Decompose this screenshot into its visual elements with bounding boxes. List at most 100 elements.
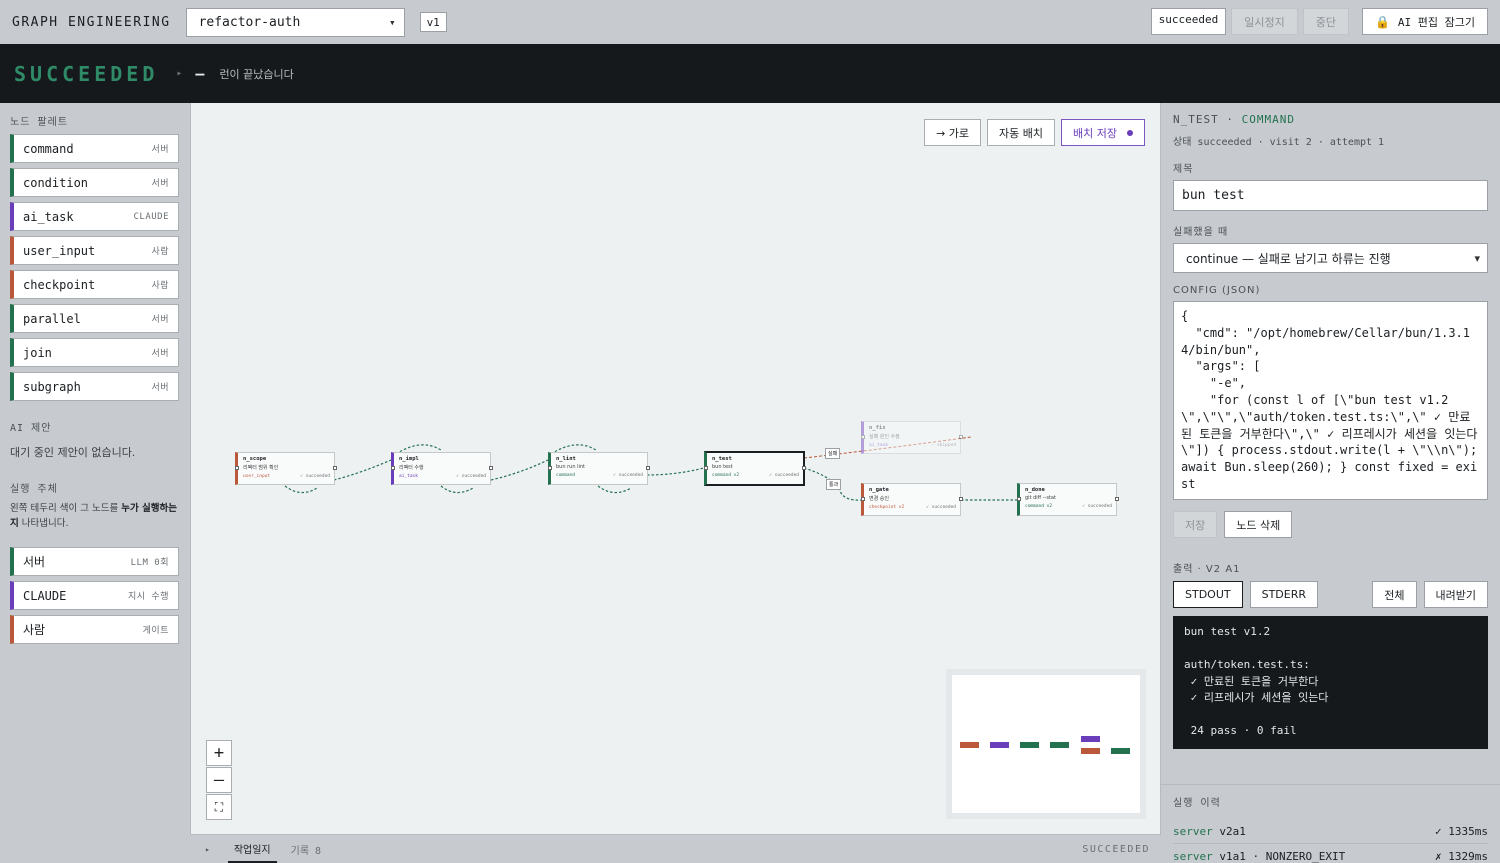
palette-item-tag: 서버 — [151, 179, 169, 189]
palette-item-parallel[interactable]: parallel 서버 — [10, 304, 179, 333]
save-button[interactable]: 저장 — [1173, 511, 1218, 538]
graph-node-n-scope[interactable]: n_scope 리팩터 범위 확인 user_input ✓ succeeded — [235, 452, 337, 485]
config-label: CONFIG (JSON) — [1173, 285, 1261, 296]
graph-node-n-impl[interactable]: n_impl 리팩터 수행 ai_task ✓ succeeded — [391, 452, 493, 485]
graph-node-n-test[interactable]: n_test bun test command v2 ✓ succeeded — [704, 451, 806, 486]
palette-item-command[interactable]: command 서버 — [10, 134, 179, 163]
stop-button[interactable]: 중단 — [1302, 8, 1349, 35]
zoom-controls: + — ⛶ — [206, 740, 232, 820]
fit-view-button[interactable]: ⛶ — [206, 794, 232, 820]
status-dash: — — [195, 64, 205, 83]
input-port[interactable] — [704, 466, 708, 470]
zoom-out-button[interactable]: — — [206, 767, 232, 793]
node-kind: ai_task — [399, 474, 418, 479]
actor-legend-item: CLAUDE 지시 수행 — [10, 581, 179, 610]
actor-tag: LLM 0회 — [130, 558, 169, 568]
edge-scope-loop — [284, 485, 318, 494]
log-count: 기록 8 — [290, 845, 322, 857]
config-json-editor[interactable]: { "cmd": "/opt/homebrew/Cellar/bun/1.3.1… — [1173, 301, 1488, 500]
history-actor: server — [1173, 824, 1213, 838]
input-port[interactable] — [548, 466, 552, 470]
download-button[interactable]: 내려받기 — [1423, 581, 1488, 608]
chevron-right-icon[interactable]: ▸ — [205, 845, 210, 854]
tab-stderr[interactable]: STDERR — [1249, 581, 1319, 608]
minimap[interactable] — [946, 669, 1146, 819]
history-row[interactable]: server v1a1 · NONZERO_EXIT ✗ 1329ms — [1173, 844, 1488, 863]
zoom-in-button[interactable]: + — [206, 740, 232, 766]
palette-item-tag: 서버 — [151, 145, 169, 155]
ai-edit-lock-button[interactable]: 🔒 AI 편집 잠그기 — [1361, 8, 1488, 35]
history-detail: v2a1 — [1219, 824, 1246, 838]
stdout-terminal: bun test v1.2 auth/token.test.ts: ✓ 만료된 … — [1173, 616, 1488, 749]
input-port[interactable] — [235, 466, 239, 470]
palette-item-label: join — [23, 345, 52, 360]
palette-item-label: condition — [23, 175, 89, 190]
ai-suggest-title: AI 제안 — [10, 423, 52, 434]
palette-item-label: user_input — [23, 243, 96, 258]
input-port[interactable] — [861, 435, 865, 439]
graph-node-n-done[interactable]: n_done git diff --stat command v2 ✓ succe… — [1017, 483, 1119, 516]
actor-tag: 지시 수행 — [127, 592, 169, 602]
history-result: ✗ 1329ms — [1435, 850, 1488, 863]
output-port[interactable] — [646, 466, 650, 470]
graph-node-n-lint[interactable]: n_lint bun run lint command ✓ succeeded — [548, 452, 650, 485]
node-id: n_scope — [243, 456, 267, 462]
node-status: — skipped — [931, 443, 956, 448]
log-bar: ▸ 작업일지 기록 8 SUCCEEDED — [190, 834, 1161, 863]
node-id: n_lint — [556, 456, 576, 462]
output-port[interactable] — [802, 466, 806, 470]
palette-item-tag: 서버 — [151, 315, 169, 325]
chevron-down-icon: ▾ — [1474, 251, 1480, 265]
node-palette: command 서버 condition 서버 ai_task CLAUDE user_in… — [10, 134, 179, 401]
left-sidebar: 노드 팔레트 command 서버 condition 서버 ai_task CLAUDE… — [0, 103, 190, 863]
tab-stdout[interactable]: STDOUT — [1173, 581, 1243, 608]
minimap-node — [990, 742, 1009, 748]
input-port[interactable] — [861, 497, 865, 501]
node-title: 리팩터 범위 확인 — [243, 465, 279, 471]
title-field[interactable]: bun test — [1173, 180, 1488, 211]
actors-title: 실행 주체 — [10, 484, 58, 495]
node-title: 실패 원인 수정 — [869, 434, 900, 440]
output-port[interactable] — [489, 466, 493, 470]
history-title: 실행 이력 — [1173, 798, 1221, 809]
save-layout-button[interactable]: 배치 저장 — [1061, 119, 1145, 146]
node-kind: user_input — [243, 474, 271, 479]
actor-label: 사람 — [23, 623, 46, 637]
lock-icon: 🔒 — [1374, 14, 1390, 29]
history-row[interactable]: server v2a1 ✓ 1335ms — [1173, 819, 1488, 844]
auto-layout-button[interactable]: 자동 배치 — [987, 119, 1056, 146]
input-port[interactable] — [391, 466, 395, 470]
palette-item-label: checkpoint — [23, 277, 96, 292]
palette-item-label: ai_task — [23, 209, 74, 224]
delete-node-button[interactable]: 노드 삭제 — [1224, 511, 1293, 538]
palette-item-join[interactable]: join 서버 — [10, 338, 179, 367]
palette-item-ai-task[interactable]: ai_task CLAUDE — [10, 202, 179, 231]
version-badge: v1 — [419, 12, 447, 32]
minimap-node — [1081, 736, 1100, 742]
layout-direction-button[interactable]: → 가로 — [924, 119, 982, 146]
palette-item-user-input[interactable]: user_input 사람 — [10, 236, 179, 265]
palette-item-tag: 사람 — [151, 247, 169, 257]
node-title: 리팩터 수행 — [399, 465, 424, 471]
graph-node-n-gate[interactable]: n_gate 변경 승인 checkpoint v2 ✓ succeeded — [861, 483, 963, 516]
palette-item-subgraph[interactable]: subgraph 서버 — [10, 372, 179, 401]
input-port[interactable] — [1017, 497, 1021, 501]
output-port[interactable] — [959, 497, 963, 501]
palette-item-checkpoint[interactable]: checkpoint 사람 — [10, 270, 179, 299]
graph-select[interactable]: refactor-auth ▾ — [185, 7, 405, 37]
graph-node-n-fix[interactable]: n_fix 실패 원인 수정 ai_task — skipped — [861, 421, 963, 454]
output-port[interactable] — [333, 466, 337, 470]
output-port[interactable] — [1115, 497, 1119, 501]
graph-canvas[interactable]: → 가로 자동 배치 배치 저장 n_scope 리팩터 범위 확인 user_… — [190, 103, 1161, 834]
node-title: bun test — [712, 464, 733, 470]
on-fail-select[interactable]: continue — 실패로 남기고 하류는 진행 ▾ — [1173, 243, 1488, 273]
chevron-right-icon[interactable]: ▸ — [176, 68, 182, 79]
minimap-node — [1081, 748, 1100, 754]
pause-button[interactable]: 일시정지 — [1231, 8, 1298, 35]
output-port[interactable] — [959, 435, 963, 439]
palette-item-condition[interactable]: condition 서버 — [10, 168, 179, 197]
tab-worklog[interactable]: 작업일지 — [227, 836, 277, 863]
show-all-button[interactable]: 전체 — [1372, 581, 1417, 608]
history-actor: server — [1173, 850, 1213, 863]
palette-item-tag: 사람 — [151, 281, 169, 291]
